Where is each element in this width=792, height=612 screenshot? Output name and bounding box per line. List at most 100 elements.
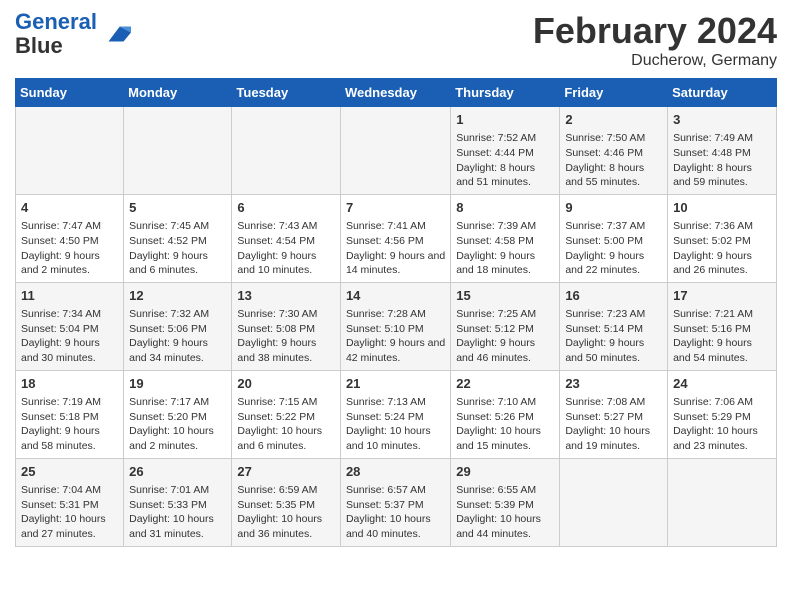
day-info: Sunrise: 7:13 AM Sunset: 5:24 PM Dayligh… xyxy=(346,395,445,454)
col-wednesday: Wednesday xyxy=(340,79,450,107)
calendar-cell: 27 Sunrise: 6:59 AM Sunset: 5:35 PM Dayli… xyxy=(232,458,341,546)
calendar-cell: 3 Sunrise: 7:49 AM Sunset: 4:48 PM Daylig… xyxy=(668,107,777,195)
day-info: Sunrise: 7:43 AM Sunset: 4:54 PM Dayligh… xyxy=(237,219,335,278)
day-number: 11 xyxy=(21,287,118,305)
calendar-cell: 18 Sunrise: 7:19 AM Sunset: 5:18 PM Dayli… xyxy=(16,370,124,458)
day-number: 3 xyxy=(673,111,771,129)
calendar-week-row: 1 Sunrise: 7:52 AM Sunset: 4:44 PM Daylig… xyxy=(16,107,777,195)
day-number: 13 xyxy=(237,287,335,305)
page-header: GeneralBlue February 2024 Ducherow, Germ… xyxy=(15,10,777,70)
calendar-cell: 7 Sunrise: 7:41 AM Sunset: 4:56 PM Daylig… xyxy=(340,194,450,282)
day-number: 25 xyxy=(21,463,118,481)
day-number: 12 xyxy=(129,287,226,305)
calendar-cell: 12Sunrise: 7:32 AM Sunset: 5:06 PM Dayli… xyxy=(124,282,232,370)
day-info: Sunrise: 7:36 AM Sunset: 5:02 PM Dayligh… xyxy=(673,219,771,278)
day-info: Sunrise: 7:49 AM Sunset: 4:48 PM Dayligh… xyxy=(673,131,771,190)
day-info: Sunrise: 6:59 AM Sunset: 5:35 PM Dayligh… xyxy=(237,483,335,542)
col-friday: Friday xyxy=(560,79,668,107)
day-info: Sunrise: 7:17 AM Sunset: 5:20 PM Dayligh… xyxy=(129,395,226,454)
calendar-week-row: 4 Sunrise: 7:47 AM Sunset: 4:50 PM Daylig… xyxy=(16,194,777,282)
day-info: Sunrise: 7:37 AM Sunset: 5:00 PM Dayligh… xyxy=(565,219,662,278)
calendar-cell: 11 Sunrise: 7:34 AM Sunset: 5:04 PM Dayli… xyxy=(16,282,124,370)
day-number: 26 xyxy=(129,463,226,481)
calendar-cell: 17Sunrise: 7:21 AM Sunset: 5:16 PM Dayli… xyxy=(668,282,777,370)
calendar-cell: 9 Sunrise: 7:37 AM Sunset: 5:00 PM Daylig… xyxy=(560,194,668,282)
calendar-cell: 21 Sunrise: 7:13 AM Sunset: 5:24 PM Dayli… xyxy=(340,370,450,458)
calendar-week-row: 18 Sunrise: 7:19 AM Sunset: 5:18 PM Dayli… xyxy=(16,370,777,458)
logo-icon xyxy=(101,19,131,49)
day-number: 5 xyxy=(129,199,226,217)
col-monday: Monday xyxy=(124,79,232,107)
day-number: 4 xyxy=(21,199,118,217)
col-saturday: Saturday xyxy=(668,79,777,107)
calendar-table: Sunday Monday Tuesday Wednesday Thursday… xyxy=(15,78,777,547)
calendar-cell: 25 Sunrise: 7:04 AM Sunset: 5:31 PM Dayli… xyxy=(16,458,124,546)
calendar-cell xyxy=(560,458,668,546)
day-number: 15 xyxy=(456,287,554,305)
day-number: 18 xyxy=(21,375,118,393)
day-number: 22 xyxy=(456,375,554,393)
day-info: Sunrise: 7:19 AM Sunset: 5:18 PM Dayligh… xyxy=(21,395,118,454)
calendar-cell: 26 Sunrise: 7:01 AM Sunset: 5:33 PM Dayli… xyxy=(124,458,232,546)
day-info: Sunrise: 7:08 AM Sunset: 5:27 PM Dayligh… xyxy=(565,395,662,454)
logo-text: GeneralBlue xyxy=(15,10,97,58)
day-info: Sunrise: 7:47 AM Sunset: 4:50 PM Dayligh… xyxy=(21,219,118,278)
calendar-cell xyxy=(668,458,777,546)
day-info: Sunrise: 7:52 AM Sunset: 4:44 PM Dayligh… xyxy=(456,131,554,190)
day-number: 9 xyxy=(565,199,662,217)
calendar-cell: 23Sunrise: 7:08 AM Sunset: 5:27 PM Dayli… xyxy=(560,370,668,458)
day-info: Sunrise: 7:01 AM Sunset: 5:33 PM Dayligh… xyxy=(129,483,226,542)
calendar-cell xyxy=(232,107,341,195)
calendar-week-row: 11 Sunrise: 7:34 AM Sunset: 5:04 PM Dayli… xyxy=(16,282,777,370)
calendar-cell xyxy=(340,107,450,195)
calendar-week-row: 25 Sunrise: 7:04 AM Sunset: 5:31 PM Dayli… xyxy=(16,458,777,546)
day-number: 27 xyxy=(237,463,335,481)
day-number: 8 xyxy=(456,199,554,217)
day-number: 17 xyxy=(673,287,771,305)
day-info: Sunrise: 6:55 AM Sunset: 5:39 PM Dayligh… xyxy=(456,483,554,542)
day-info: Sunrise: 7:30 AM Sunset: 5:08 PM Dayligh… xyxy=(237,307,335,366)
day-number: 2 xyxy=(565,111,662,129)
calendar-cell: 15Sunrise: 7:25 AM Sunset: 5:12 PM Dayli… xyxy=(451,282,560,370)
day-number: 20 xyxy=(237,375,335,393)
calendar-cell: 13 Sunrise: 7:30 AM Sunset: 5:08 PM Dayli… xyxy=(232,282,341,370)
calendar-cell: 20Sunrise: 7:15 AM Sunset: 5:22 PM Dayli… xyxy=(232,370,341,458)
logo: GeneralBlue xyxy=(15,10,131,58)
calendar-cell: 5 Sunrise: 7:45 AM Sunset: 4:52 PM Daylig… xyxy=(124,194,232,282)
day-number: 29 xyxy=(456,463,554,481)
day-info: Sunrise: 7:41 AM Sunset: 4:56 PM Dayligh… xyxy=(346,219,445,278)
calendar-cell: 22 Sunrise: 7:10 AM Sunset: 5:26 PM Dayli… xyxy=(451,370,560,458)
calendar-cell: 2 Sunrise: 7:50 AM Sunset: 4:46 PM Daylig… xyxy=(560,107,668,195)
day-number: 21 xyxy=(346,375,445,393)
day-info: Sunrise: 7:04 AM Sunset: 5:31 PM Dayligh… xyxy=(21,483,118,542)
day-number: 6 xyxy=(237,199,335,217)
day-info: Sunrise: 7:23 AM Sunset: 5:14 PM Dayligh… xyxy=(565,307,662,366)
calendar-cell: 24Sunrise: 7:06 AM Sunset: 5:29 PM Dayli… xyxy=(668,370,777,458)
calendar-cell: 29 Sunrise: 6:55 AM Sunset: 5:39 PM Dayli… xyxy=(451,458,560,546)
day-info: Sunrise: 7:50 AM Sunset: 4:46 PM Dayligh… xyxy=(565,131,662,190)
day-number: 28 xyxy=(346,463,445,481)
day-info: Sunrise: 7:45 AM Sunset: 4:52 PM Dayligh… xyxy=(129,219,226,278)
day-number: 7 xyxy=(346,199,445,217)
calendar-cell: 28 Sunrise: 6:57 AM Sunset: 5:37 PM Dayli… xyxy=(340,458,450,546)
calendar-cell: 1 Sunrise: 7:52 AM Sunset: 4:44 PM Daylig… xyxy=(451,107,560,195)
calendar-cell: 16Sunrise: 7:23 AM Sunset: 5:14 PM Dayli… xyxy=(560,282,668,370)
calendar-cell xyxy=(124,107,232,195)
day-info: Sunrise: 7:28 AM Sunset: 5:10 PM Dayligh… xyxy=(346,307,445,366)
calendar-cell: 19 Sunrise: 7:17 AM Sunset: 5:20 PM Dayli… xyxy=(124,370,232,458)
calendar-title: February 2024 xyxy=(533,10,777,52)
day-number: 1 xyxy=(456,111,554,129)
day-info: Sunrise: 7:34 AM Sunset: 5:04 PM Dayligh… xyxy=(21,307,118,366)
day-number: 24 xyxy=(673,375,771,393)
title-block: February 2024 Ducherow, Germany xyxy=(533,10,777,70)
day-number: 19 xyxy=(129,375,226,393)
day-info: Sunrise: 6:57 AM Sunset: 5:37 PM Dayligh… xyxy=(346,483,445,542)
calendar-cell: 10 Sunrise: 7:36 AM Sunset: 5:02 PM Dayli… xyxy=(668,194,777,282)
calendar-cell: 6 Sunrise: 7:43 AM Sunset: 4:54 PM Daylig… xyxy=(232,194,341,282)
calendar-cell: 4 Sunrise: 7:47 AM Sunset: 4:50 PM Daylig… xyxy=(16,194,124,282)
calendar-subtitle: Ducherow, Germany xyxy=(533,52,777,70)
day-number: 10 xyxy=(673,199,771,217)
day-number: 14 xyxy=(346,287,445,305)
calendar-cell xyxy=(16,107,124,195)
day-info: Sunrise: 7:10 AM Sunset: 5:26 PM Dayligh… xyxy=(456,395,554,454)
